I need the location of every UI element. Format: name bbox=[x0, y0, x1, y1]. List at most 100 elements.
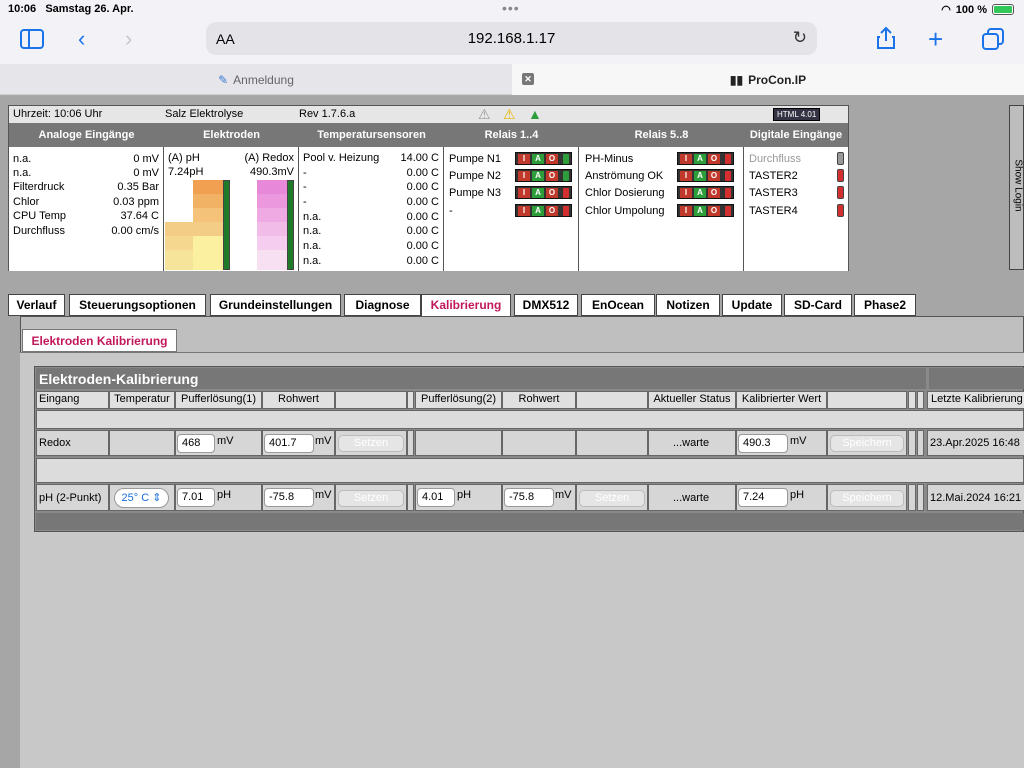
analog-name: n.a. bbox=[13, 153, 32, 165]
calibration-table: Elektroden-Kalibrierung Eingang Temperat… bbox=[34, 366, 1024, 532]
warning-green-icon: ▲ bbox=[528, 106, 542, 122]
raw2-field: -75.8 bbox=[504, 488, 554, 507]
analog-value: 37.64 C bbox=[120, 210, 159, 222]
relay-iao-switch[interactable]: IAO bbox=[677, 204, 734, 217]
relay-label: Chlor Umpolung bbox=[585, 205, 665, 217]
row-ph-temp: 25° C ⇕ bbox=[109, 484, 175, 511]
tab-enocean[interactable]: EnOcean bbox=[581, 294, 655, 316]
analog-value: 0 mV bbox=[133, 153, 159, 165]
relay-iao-switch[interactable]: IAO bbox=[515, 204, 572, 217]
status-indicators: ◠ 100 % bbox=[941, 3, 1014, 16]
new-tab-icon[interactable]: + bbox=[928, 24, 943, 55]
speichern-button[interactable]: Speichern bbox=[830, 490, 904, 507]
temp-value: 0.00 C bbox=[406, 167, 439, 179]
temp-name: n.a. bbox=[303, 211, 322, 223]
analog-panel: n.a. 0 mV n.a. 0 mV Filterdruck 0.35 Bar Ch… bbox=[9, 147, 164, 271]
col-header-eingang: Eingang bbox=[36, 391, 109, 409]
analog-value: 0.03 ppm bbox=[113, 196, 159, 208]
col-digital: Digitale Eingänge bbox=[749, 129, 843, 141]
header-revision: Rev 1.7.6.a bbox=[299, 108, 356, 120]
setzen-button[interactable]: Setzen bbox=[579, 490, 645, 507]
raw1-field: -75.8 bbox=[264, 488, 314, 507]
address-bar[interactable]: AA 192.168.1.17 ↻ bbox=[206, 22, 817, 55]
col-header-empty bbox=[335, 391, 407, 409]
col-header-sep bbox=[407, 391, 414, 409]
row-ph-set1: Setzen bbox=[335, 484, 407, 511]
relay-label: Chlor Dosierung bbox=[585, 187, 665, 199]
multitask-dots-icon[interactable]: ••• bbox=[502, 0, 520, 16]
col-temps: Temperatursensoren bbox=[317, 129, 426, 141]
tab-verlauf[interactable]: Verlauf bbox=[8, 294, 65, 316]
row-redox-save: Speichern bbox=[827, 430, 907, 456]
speichern-button[interactable]: Speichern bbox=[830, 435, 904, 452]
buffer1-input[interactable]: 468 bbox=[177, 434, 215, 453]
row-name: pH (2-Punkt) bbox=[39, 492, 102, 504]
setzen-button[interactable]: Setzen bbox=[338, 435, 404, 452]
col-header-rohwert2: Rohwert bbox=[502, 391, 576, 409]
tabs-overview-icon[interactable] bbox=[982, 28, 1004, 56]
buffer1-input[interactable]: 7.01 bbox=[177, 488, 215, 507]
show-login-button[interactable]: Show Login bbox=[1009, 105, 1024, 270]
tab-kalibrierung[interactable]: Kalibrierung bbox=[421, 294, 511, 317]
redox-value: 490.3mV bbox=[249, 166, 294, 178]
url-text[interactable]: 192.168.1.17 bbox=[206, 30, 817, 47]
temp-name: - bbox=[303, 181, 307, 193]
tab-phase2[interactable]: Phase2 bbox=[854, 294, 916, 316]
tab-steuerungsoptionen[interactable]: Steuerungsoptionen bbox=[69, 294, 206, 316]
tab-update[interactable]: Update bbox=[722, 294, 782, 316]
html-version-badge: HTML 4.01 bbox=[773, 108, 821, 121]
subtab-elektroden-kalibrierung[interactable]: Elektroden Kalibrierung bbox=[22, 329, 177, 352]
back-icon[interactable]: ‹ bbox=[78, 26, 85, 52]
temp-name: - bbox=[303, 167, 307, 179]
browser-tab-anmeldung[interactable]: ✎ Anmeldung bbox=[0, 64, 512, 95]
row-redox-status: ...warte bbox=[648, 430, 736, 456]
analog-name: n.a. bbox=[13, 167, 32, 179]
temp-value: 0.00 C bbox=[406, 240, 439, 252]
relay-iao-switch[interactable]: IAO bbox=[677, 186, 734, 199]
relay-iao-switch[interactable]: IAO bbox=[677, 152, 734, 165]
share-icon[interactable] bbox=[876, 26, 896, 56]
col-header-puffer1: Pufferlösung(1) bbox=[175, 391, 262, 409]
reload-icon[interactable]: ↻ bbox=[793, 28, 807, 48]
sep bbox=[407, 430, 414, 456]
sidebar-icon[interactable] bbox=[20, 29, 44, 55]
row-ph-buf2: 4.01 pH bbox=[415, 484, 502, 511]
relay-label: - bbox=[449, 205, 453, 217]
digital-panel: Durchfluss TASTER2 TASTER3 TASTER4 bbox=[744, 147, 848, 271]
relays1-panel: Pumpe N1 IAO Pumpe N2 IAO Pumpe N3 IAO -… bbox=[444, 147, 579, 271]
last-calibration: 23.Apr.2025 16:48 bbox=[930, 437, 1020, 449]
relay-label: Pumpe N3 bbox=[449, 187, 501, 199]
row-redox-temp bbox=[109, 430, 175, 456]
browser-tab-procon[interactable]: ✕ ▮▮ ProCon.IP bbox=[512, 64, 1024, 95]
tab-dmx512[interactable]: DMX512 bbox=[514, 294, 578, 316]
col-relays2: Relais 5..8 bbox=[634, 129, 689, 141]
analog-value: 0.00 cm/s bbox=[111, 225, 159, 237]
ph-value: 7.24pH bbox=[168, 166, 204, 178]
forward-icon[interactable]: › bbox=[125, 26, 132, 52]
relay-iao-switch[interactable]: IAO bbox=[677, 169, 734, 182]
calibrated-value-field: 7.24 bbox=[738, 488, 788, 507]
tab-notizen[interactable]: Notizen bbox=[656, 294, 720, 316]
relay-iao-switch[interactable]: IAO bbox=[515, 169, 572, 182]
row-redox-calval: 490.3 mV bbox=[736, 430, 827, 456]
col-header-puffer2: Pufferlösung(2) bbox=[415, 391, 502, 409]
status-time-date: 10:06 Samstag 26. Apr. bbox=[8, 3, 134, 15]
tab-grundeinstellungen[interactable]: Grundeinstellungen bbox=[210, 294, 341, 316]
procon-favicon-icon: ▮▮ bbox=[729, 72, 744, 87]
row-redox-raw1: 401.7 mV bbox=[262, 430, 335, 456]
redox-label: (A) Redox bbox=[244, 152, 294, 164]
row-redox-set: Setzen bbox=[335, 430, 407, 456]
col-header-temperatur: Temperatur bbox=[109, 391, 175, 409]
relay-iao-switch[interactable]: IAO bbox=[515, 186, 572, 199]
relay-iao-switch[interactable]: IAO bbox=[515, 152, 572, 165]
tab-diagnose[interactable]: Diagnose bbox=[344, 294, 421, 316]
electrodes-panel: (A) pH (A) Redox 7.24pH 490.3mV bbox=[164, 147, 299, 271]
raw1-field: 401.7 bbox=[264, 434, 314, 453]
tab-sd-card[interactable]: SD-Card bbox=[784, 294, 852, 316]
row-redox-cell: Redox bbox=[36, 430, 109, 456]
temperature-select[interactable]: 25° C ⇕ bbox=[114, 488, 169, 508]
close-tab-icon[interactable]: ✕ bbox=[522, 73, 534, 85]
setzen-button[interactable]: Setzen bbox=[338, 490, 404, 507]
buffer2-input[interactable]: 4.01 bbox=[417, 488, 455, 507]
row-redox-empty bbox=[576, 430, 648, 456]
